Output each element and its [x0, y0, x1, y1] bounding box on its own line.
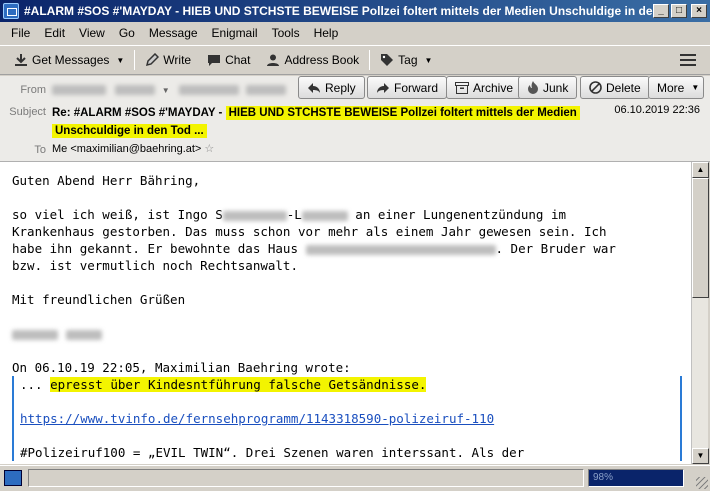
reply-arrow-icon: [308, 82, 320, 93]
redacted-text: [305, 244, 496, 255]
forward-arrow-icon: [377, 82, 389, 93]
status-bar: 98%: [0, 465, 710, 491]
chat-label: Chat: [225, 53, 251, 67]
subject-highlight-2: Unschculdige in den Tod ...: [52, 124, 207, 138]
window-title: #ALARM #SOS #'MAYDAY - HIEB UND STCHSTE …: [24, 4, 653, 18]
menu-edit[interactable]: Edit: [37, 26, 72, 40]
redacted-text: [222, 210, 287, 221]
quote-header: On 06.10.19 22:05, Maximilian Baehring w…: [12, 360, 351, 375]
body-line: habe ihn gekannt. Er bewohnte das Haus .…: [12, 241, 616, 256]
menu-help[interactable]: Help: [307, 26, 346, 40]
app-menu-icon[interactable]: [680, 54, 696, 66]
maximize-button[interactable]: □: [671, 4, 687, 18]
signature-redacted: [12, 325, 691, 342]
resize-grip-icon[interactable]: [696, 477, 708, 489]
quoted-message: ... epresst über Kindesntführung falsche…: [12, 376, 682, 461]
online-status-icon[interactable]: [4, 470, 22, 486]
status-text-area: [28, 469, 584, 487]
redacted-text: [301, 210, 348, 221]
progress-meter: 98%: [588, 469, 684, 487]
star-icon[interactable]: ☆: [204, 143, 214, 155]
scroll-down-button[interactable]: ▼: [692, 448, 709, 464]
menu-message[interactable]: Message: [142, 26, 205, 40]
minimize-button[interactable]: _: [653, 4, 669, 18]
body-line: so viel ich weiß, ist Ingo S -L an einer …: [12, 207, 567, 222]
body-line: bzw. ist vermutlich noch Rechtsanwalt.: [12, 258, 298, 273]
from-value-redacted: ▼: [52, 82, 287, 96]
menu-bar: File Edit View Go Message Enigmail Tools…: [0, 22, 710, 44]
chevron-down-icon: ▼: [424, 55, 433, 65]
address-book-button[interactable]: Address Book: [258, 48, 367, 72]
message-header: From ▼ Reply Forward Archive Junk Delete…: [0, 76, 710, 162]
subject-prefix: Re: #ALARM #SOS #'MAYDAY -: [52, 107, 223, 119]
download-icon: [15, 54, 27, 66]
quoted-link[interactable]: https://www.tvinfo.de/fernsehprogramm/11…: [20, 411, 494, 426]
tag-label: Tag: [398, 53, 418, 67]
subject-value: Re: #ALARM #SOS #'MAYDAY - HIEB UND STCH…: [52, 104, 592, 140]
subject-highlight-1: HIEB UND STCHSTE BEWEISE Pollzei foltert…: [225, 106, 580, 120]
scroll-thumb[interactable]: [692, 178, 709, 298]
more-label: More: [657, 80, 685, 95]
get-messages-button[interactable]: Get Messages ▼: [6, 48, 132, 72]
chevron-down-icon: ▼: [691, 83, 700, 92]
thunderbird-app-icon: [3, 3, 19, 19]
recipient[interactable]: Me <maximilian@baehring.at>: [52, 143, 201, 155]
menu-view[interactable]: View: [72, 26, 112, 40]
junk-button[interactable]: Junk: [518, 76, 578, 99]
menu-enigmail[interactable]: Enigmail: [205, 26, 265, 40]
more-button[interactable]: More ▼: [648, 76, 704, 99]
message-date: 06.10.2019 22:36: [614, 104, 700, 116]
get-messages-label: Get Messages: [32, 53, 110, 67]
vertical-scrollbar[interactable]: ▲ ▼: [691, 162, 709, 464]
closing: Mit freundlichen Grüßen: [12, 292, 186, 307]
menu-go[interactable]: Go: [112, 26, 142, 40]
address-book-label: Address Book: [284, 53, 360, 67]
close-button[interactable]: ×: [691, 4, 707, 18]
to-value: Me <maximilian@baehring.at> ☆: [52, 142, 214, 155]
reply-label: Reply: [325, 80, 356, 95]
tag-button[interactable]: Tag ▼: [372, 48, 440, 72]
archive-box-icon: [455, 81, 469, 94]
window-titlebar: #ALARM #SOS #'MAYDAY - HIEB UND STCHSTE …: [0, 0, 710, 22]
write-label: Write: [163, 53, 192, 67]
archive-button[interactable]: Archive: [446, 76, 523, 99]
archive-label: Archive: [473, 80, 514, 95]
delete-button[interactable]: Delete: [580, 76, 650, 99]
from-label: From: [20, 84, 46, 96]
tag-icon: [381, 54, 394, 66]
main-toolbar: Get Messages ▼ Write Chat Address Book T…: [0, 45, 710, 75]
delete-circle-icon: [589, 81, 602, 94]
body-line: Krankenhaus gestorben. Das muss schon vo…: [12, 224, 607, 239]
junk-label: Junk: [543, 80, 569, 95]
toolbar-divider: [369, 50, 371, 70]
delete-label: Delete: [606, 80, 641, 95]
window-controls: _ □ ×: [653, 4, 707, 18]
scroll-up-button[interactable]: ▲: [692, 162, 709, 178]
greeting: Guten Abend Herr Bähring,: [12, 173, 201, 188]
quote-line: ... epresst über Kindesntführung falsche…: [20, 377, 427, 392]
subject-label: Subject: [9, 106, 46, 118]
pencil-icon: [146, 53, 160, 67]
write-button[interactable]: Write: [137, 48, 199, 72]
menu-file[interactable]: File: [4, 26, 37, 40]
forward-button[interactable]: Forward: [367, 76, 448, 99]
chevron-down-icon[interactable]: ▼: [116, 56, 124, 65]
toolbar-divider: [134, 50, 136, 70]
contacts-icon: [267, 54, 280, 66]
flame-icon: [528, 81, 538, 94]
to-label: To: [34, 144, 46, 156]
quote-line: #Polizeiruf100 = „EVIL TWIN“. Drei Szene…: [20, 445, 525, 460]
reply-button[interactable]: Reply: [298, 76, 365, 99]
menu-tools[interactable]: Tools: [265, 26, 307, 40]
chat-button[interactable]: Chat: [199, 48, 258, 72]
message-body: Guten Abend Herr Bähring, so viel ich we…: [0, 162, 691, 464]
chat-bubble-icon: [208, 55, 221, 66]
forward-label: Forward: [394, 80, 439, 95]
